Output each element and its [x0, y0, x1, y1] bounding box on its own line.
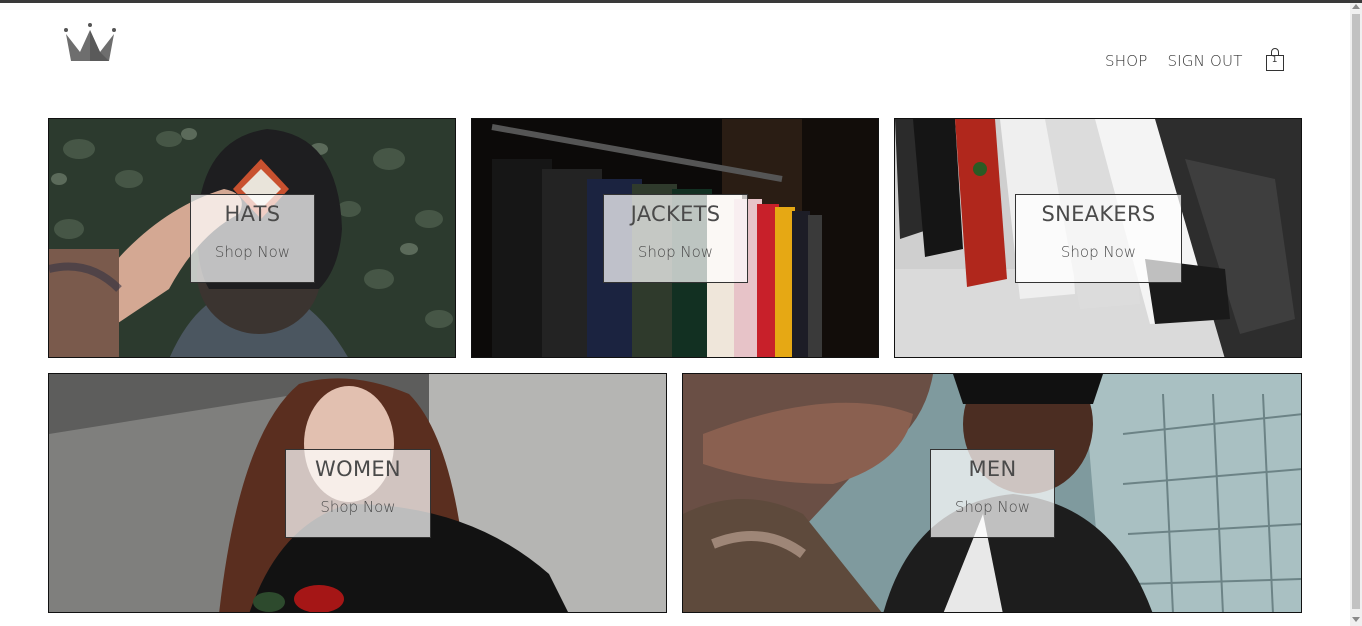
shop-now-link[interactable]: Shop Now: [1016, 243, 1181, 261]
cart-count: 1: [1271, 55, 1278, 65]
category-title: JACKETS: [630, 202, 721, 226]
window-top-border: [0, 0, 1362, 3]
shop-now-link[interactable]: Shop Now: [191, 243, 314, 261]
category-label-box: HATS Shop Now: [190, 194, 315, 283]
category-label-box: JACKETS Shop Now: [603, 194, 748, 283]
category-title: HATS: [224, 202, 281, 226]
shop-now-link[interactable]: Shop Now: [931, 498, 1054, 516]
category-label-box: MEN Shop Now: [930, 449, 1055, 538]
category-tile-women[interactable]: WOMEN Shop Now: [48, 373, 667, 613]
category-label-box: WOMEN Shop Now: [285, 449, 431, 538]
crown-icon[interactable]: [62, 20, 118, 64]
category-title: SNEAKERS: [1041, 202, 1156, 226]
category-tile-jackets[interactable]: JACKETS Shop Now: [471, 118, 879, 358]
category-tile-hats[interactable]: HATS Shop Now: [48, 118, 456, 358]
category-title: MEN: [968, 457, 1017, 481]
nav-sign-out-link[interactable]: SIGN OUT: [1157, 52, 1252, 70]
category-tile-men[interactable]: MEN Shop Now: [682, 373, 1302, 613]
category-label-box: SNEAKERS Shop Now: [1015, 194, 1182, 283]
nav-shop-link[interactable]: SHOP: [1095, 52, 1157, 70]
category-title: WOMEN: [315, 457, 401, 481]
scrollbar-thumb[interactable]: [1352, 14, 1360, 609]
scroll-down-arrow-icon[interactable]: [1352, 617, 1360, 622]
scroll-up-arrow-icon[interactable]: [1352, 4, 1360, 9]
cart-button[interactable]: 1: [1263, 46, 1287, 72]
shop-now-link[interactable]: Shop Now: [604, 243, 747, 261]
category-tile-sneakers[interactable]: SNEAKERS Shop Now: [894, 118, 1302, 358]
shop-now-link[interactable]: Shop Now: [286, 498, 430, 516]
main-nav: SHOP SIGN OUT 1: [1095, 48, 1287, 74]
